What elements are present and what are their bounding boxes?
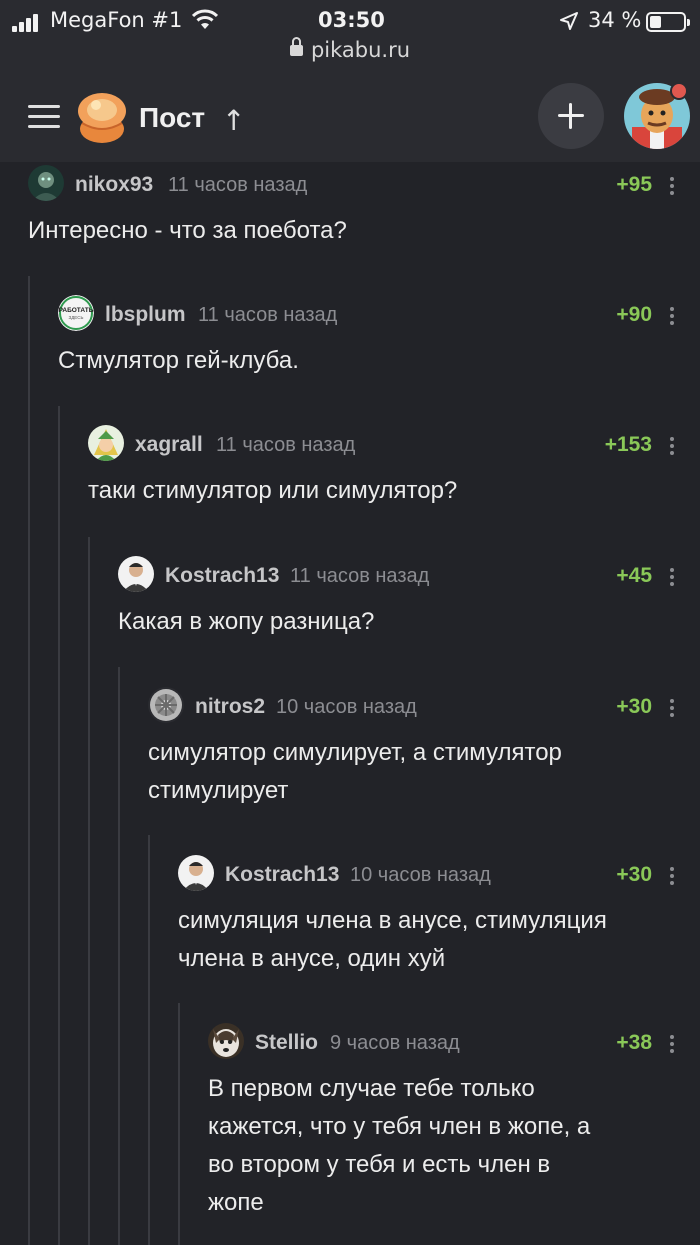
comment: Kostrach13 11 часов назад +45 Какая в жо… [118,556,700,666]
comment-menu-icon[interactable] [670,867,674,885]
comment-time: 10 часов назад [276,696,417,718]
status-bar: MegaFon #1 03:50 34 % pikabu.ru [0,0,700,72]
thread-line[interactable] [88,537,90,1245]
comment-username[interactable]: nikox93 [75,173,153,197]
comment-rating: +95 [616,173,652,196]
comment-menu-icon[interactable] [670,568,674,586]
wifi-icon [192,9,218,29]
comment-rating: +90 [616,303,652,326]
comment-time: 11 часов назад [290,565,430,587]
status-time: 03:50 [318,8,385,32]
comment-menu-icon[interactable] [670,699,674,717]
comment-time: 10 часов назад [350,864,491,886]
comment-time: 11 часов назад [198,304,338,326]
avatar[interactable] [208,1023,244,1059]
comment-text: Интересно - что за поебота? [28,217,347,244]
avatar[interactable] [118,556,154,592]
signal-icon [12,14,42,32]
add-post-button[interactable] [538,83,604,149]
comment-username[interactable]: lbsplum [105,303,186,327]
comment-username[interactable]: Kostrach13 [225,863,339,887]
lock-icon [289,37,303,56]
comment-time: 11 часов назад [216,434,356,456]
avatar[interactable] [148,687,184,723]
comment-menu-icon[interactable] [670,307,674,325]
thread-line[interactable] [118,667,120,1245]
avatar[interactable] [88,425,124,461]
comment-text: таки стимулятор или симулятор? [88,477,458,504]
comment-username[interactable]: nitros2 [195,695,265,719]
comment: Kostrach13 10 часов назад +30 симуляция … [178,855,700,1000]
comment-menu-icon[interactable] [670,177,674,195]
page-title: Пост [139,102,206,133]
comment-text: симулятор симулирует, а стимулятор стиму… [148,739,562,804]
comment-rating: +30 [616,863,652,886]
comment: nikox93 11 часов назад +95 Интересно - ч… [28,165,700,275]
hamburger-menu-icon[interactable] [28,105,60,129]
comment: Stellio 9 часов назад +38 В первом случа… [208,1023,700,1245]
avatar[interactable] [178,855,214,891]
comment-menu-icon[interactable] [670,1035,674,1053]
thread-line[interactable] [58,406,60,1245]
comment-username[interactable]: xagrall [135,433,203,457]
scroll-up-arrow-icon[interactable]: ↑ [222,104,245,137]
comment-menu-icon[interactable] [670,437,674,455]
comment: xagrall 11 часов назад +153 таки стимуля… [88,425,700,535]
avatar[interactable]: РАБОТАТЬ ЗДЕСЬ [58,295,94,331]
comment-text: Какая в жопу разница? [118,608,375,635]
comment-rating: +38 [616,1031,652,1054]
carrier-name: MegaFon #1 [50,8,183,32]
comment-username[interactable]: Kostrach13 [165,564,279,588]
thread-line[interactable] [28,276,30,1245]
notification-dot [670,82,688,100]
svg-text:РАБОТАТЬ: РАБОТАТЬ [59,307,94,314]
comment-rating: +153 [604,433,652,456]
svg-text:ЗДЕСЬ: ЗДЕСЬ [69,315,84,320]
comment-rating: +45 [616,564,652,587]
battery-icon [646,12,690,32]
comment-time: 9 часов назад [330,1032,460,1054]
pikabu-logo[interactable] [76,89,128,145]
battery-percent: 34 % [588,8,642,32]
url-text: pikabu.ru [310,38,411,62]
thread-line[interactable] [178,1003,180,1245]
comment-text: симуляция члена в анусе, стимуляция член… [178,907,607,972]
comment: nitros2 10 часов назад +30 симулятор сим… [148,687,700,832]
comment: РАБОТАТЬ ЗДЕСЬ lbsplum 11 часов назад +90… [58,295,700,405]
location-arrow-icon [560,12,578,30]
comment-text: В первом случае тебе только кажется, что… [208,1075,591,1216]
comment-text: Стмулятор гей-клуба. [58,347,299,374]
avatar[interactable] [28,165,64,201]
comment-time: 11 часов назад [168,174,308,196]
site-header: Пост ↑ [0,72,700,162]
address-bar[interactable]: pikabu.ru [0,37,700,62]
comment-username[interactable]: Stellio [255,1031,318,1055]
comment-rating: +30 [616,695,652,718]
thread-line[interactable] [148,835,150,1245]
